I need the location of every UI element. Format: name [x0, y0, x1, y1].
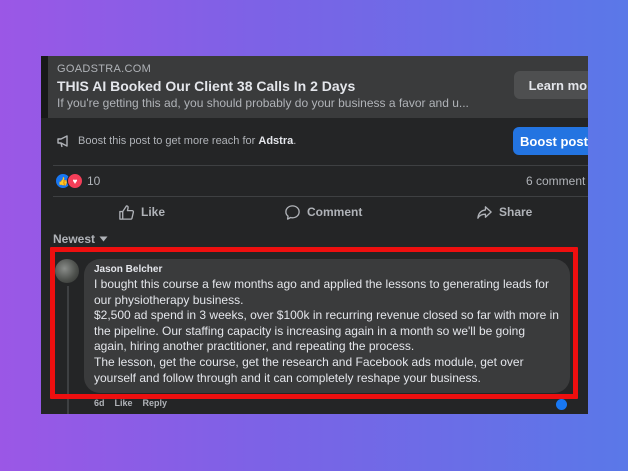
love-reaction-icon: ♥: [67, 173, 83, 189]
share-label: Share: [499, 205, 533, 219]
caret-down-icon: [99, 236, 108, 242]
boost-row: Boost this post to get more reach for Ad…: [56, 128, 588, 154]
like-label: Like: [141, 205, 166, 219]
share-arrow-icon: [477, 205, 492, 219]
ad-link-preview[interactable]: GOADSTRA.COM THIS AI Booked Our Client 3…: [41, 56, 588, 118]
megaphone-icon: [57, 135, 68, 148]
boost-page-name: Adstra: [258, 135, 294, 147]
ad-domain: GOADSTRA.COM: [57, 63, 152, 75]
ad-description: If you're getting this ad, you should pr…: [57, 96, 469, 110]
share-button[interactable]: Share: [476, 202, 532, 222]
comment-reply-link[interactable]: Reply: [143, 398, 168, 408]
comment-like-reaction-icon: [556, 399, 567, 410]
highlight-box: [50, 247, 578, 399]
boost-text-prefix: Boost this post to get more reach for: [78, 135, 259, 147]
comment-bubble-icon: [285, 204, 300, 220]
divider: [53, 196, 588, 197]
comment-sort-dropdown[interactable]: Newest: [53, 232, 108, 246]
comments-count[interactable]: 6 comment: [526, 174, 585, 188]
learn-more-button[interactable]: Learn more: [514, 71, 588, 99]
comment-like-link[interactable]: Like: [115, 398, 133, 408]
divider: [53, 165, 588, 166]
reaction-count: 10: [87, 174, 101, 188]
boost-text: Boost this post to get more reach for Ad…: [78, 135, 296, 147]
comment-meta: 6d Like Reply: [94, 398, 167, 408]
thumbs-up-icon: [119, 204, 135, 220]
boost-post-button[interactable]: Boost post: [513, 127, 588, 155]
comment-time[interactable]: 6d: [94, 398, 105, 408]
ad-title[interactable]: THIS AI Booked Our Client 38 Calls In 2 …: [57, 78, 355, 94]
like-button[interactable]: Like: [118, 202, 165, 222]
comment-label: Comment: [307, 205, 363, 219]
comment-button[interactable]: Comment: [284, 202, 362, 222]
boost-text-suffix: .: [293, 135, 297, 147]
sort-label: Newest: [53, 232, 96, 246]
